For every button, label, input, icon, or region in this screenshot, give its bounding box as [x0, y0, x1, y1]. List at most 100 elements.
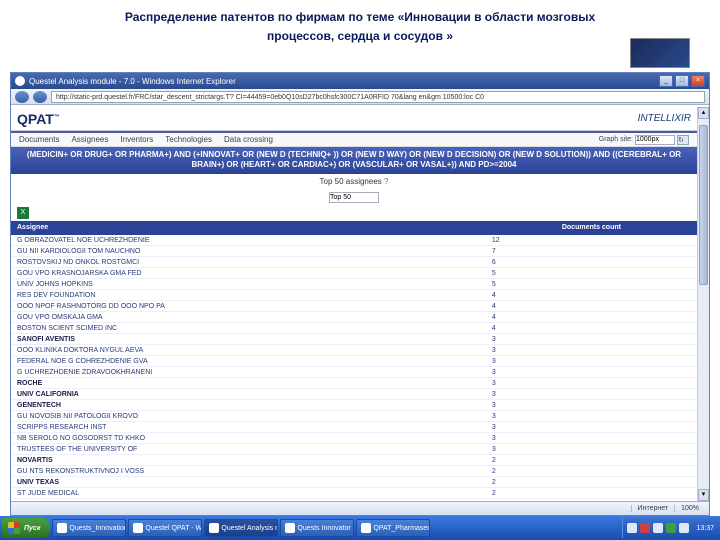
count-cell: 3 [486, 422, 697, 433]
assignee-cell: ROCHE [11, 378, 486, 389]
browser-window: Questel Analysis module - 7.0 - Windows … [10, 72, 710, 516]
system-tray: 13:37 [622, 518, 718, 538]
status-internet: Интернет [631, 505, 675, 512]
nav-technologies[interactable]: Technologies [165, 135, 212, 144]
scroll-thumb[interactable] [699, 125, 708, 285]
zoom-controls: Graph site: ↻ [599, 135, 689, 145]
table-row[interactable]: GOU VPO KRASNOJARSKA GMA FED5 [11, 268, 697, 279]
count-cell: 3 [486, 444, 697, 455]
url-input[interactable]: http://static-prd.questel.fr/FRC/star_de… [51, 91, 705, 103]
table-row[interactable]: NB SEROLO NO GOSODRST TD KHKO3 [11, 433, 697, 444]
count-cell: 2 [486, 477, 697, 488]
address-bar: http://static-prd.questel.fr/FRC/star_de… [11, 89, 709, 105]
count-cell: 4 [486, 312, 697, 323]
close-button[interactable]: × [691, 75, 705, 87]
table-row[interactable]: GU NII KARDIOLOGII TOM NAUCHNO7 [11, 246, 697, 257]
table-row[interactable]: NOVARTIS2 [11, 455, 697, 466]
taskbar-item[interactable]: QPAT_Pharmasector… [356, 519, 430, 537]
col-documents-count[interactable]: Documents count [486, 221, 697, 235]
result-subheader: Top 50 assignees ? [11, 174, 697, 189]
app-icon [285, 523, 295, 533]
taskbar-item[interactable]: Questel QPAT - Windo… [128, 519, 202, 537]
taskbar-item-active[interactable]: Questel Analysis mo… [204, 519, 278, 537]
table-row[interactable]: UNIV TEXAS2 [11, 477, 697, 488]
top-selector[interactable] [329, 192, 379, 203]
table-row[interactable]: RES DEV FOUNDATION4 [11, 290, 697, 301]
qpat-logo: QPAT™ [17, 111, 60, 127]
taskbar-item[interactable]: Quests_Innovation_B… [52, 519, 126, 537]
table-row[interactable]: OOO NPOF RASHNOTORG DD OOO NPO PA4 [11, 301, 697, 312]
table-row[interactable]: UNIV CALIFORNIA3 [11, 389, 697, 400]
table-row[interactable]: TRUSTEES OF THE UNIVERSITY OF3 [11, 444, 697, 455]
ie-icon [15, 76, 25, 86]
table-row[interactable]: G UCHREZHDENIE ZDRAVOOKHRANENI3 [11, 367, 697, 378]
count-cell: 3 [486, 400, 697, 411]
table-row[interactable]: ROCHE3 [11, 378, 697, 389]
zoom-input[interactable] [635, 135, 675, 145]
count-cell: 3 [486, 345, 697, 356]
nav-assignees[interactable]: Assignees [71, 135, 108, 144]
assignee-cell: OOO NPOF RASHNOTORG DD OOO NPO PA [11, 301, 486, 312]
vertical-scrollbar[interactable]: ▴ ▾ [697, 107, 709, 501]
table-row[interactable]: SCRIPPS RESEARCH INST3 [11, 422, 697, 433]
assignee-cell: G UCHREZHDENIE ZDRAVOOKHRANENI [11, 367, 486, 378]
table-row[interactable]: G OBRAZOVATEL NOE UCHREZHDENIE12 [11, 235, 697, 246]
top-assignees-label: Top 50 assignees [320, 177, 382, 186]
tray-icon[interactable] [679, 523, 689, 533]
taskbar-item[interactable]: Quests Innovator B… [280, 519, 354, 537]
export-xls-icon[interactable]: X [17, 207, 29, 219]
col-assignee[interactable]: Assignee [11, 221, 486, 235]
count-cell: 7 [486, 246, 697, 257]
assignee-cell: BOSTON SCIENT SCIMED INC [11, 323, 486, 334]
assignee-cell: UNIV CALIFORNIA [11, 389, 486, 400]
table-row[interactable]: GENENTECH3 [11, 400, 697, 411]
table-row[interactable]: ROSTOVSKIJ ND ONKOL ROSTGMCI6 [11, 257, 697, 268]
table-row[interactable]: GOU VPO OMSKAJA GMA4 [11, 312, 697, 323]
table-row[interactable]: UNIV JOHNS HOPKINS5 [11, 279, 697, 290]
count-cell: 4 [486, 301, 697, 312]
back-button[interactable] [15, 91, 29, 103]
nav-data-crossing[interactable]: Data crossing [224, 135, 273, 144]
window-titlebar[interactable]: Questel Analysis module - 7.0 - Windows … [11, 73, 709, 89]
table-row[interactable]: FEDERAL NOE G COHREZHDENIE GVA3 [11, 356, 697, 367]
nav-documents[interactable]: Documents [19, 135, 59, 144]
table-row[interactable]: SANOFI AVENTIS3 [11, 334, 697, 345]
page-content: QPAT™ INTELLIXIR Documents Assignees Inv… [11, 107, 697, 501]
tray-icon[interactable] [640, 523, 650, 533]
count-cell: 3 [486, 378, 697, 389]
tray-icon[interactable] [653, 523, 663, 533]
status-zoom: 100% [674, 505, 705, 512]
count-cell: 12 [486, 235, 697, 246]
start-button[interactable]: Пуск [2, 518, 50, 538]
browser-status-bar: Интернет 100% [11, 501, 709, 515]
app-icon [133, 523, 143, 533]
assignee-cell: GU NII KARDIOLOGII TOM NAUCHNO [11, 246, 486, 257]
nav-inventors[interactable]: Inventors [120, 135, 153, 144]
window-title: Questel Analysis module - 7.0 - Windows … [29, 77, 236, 86]
minimize-button[interactable]: _ [659, 75, 673, 87]
table-row[interactable]: BOSTON SCIENT SCIMED INC4 [11, 323, 697, 334]
assignee-cell: UNIV TEXAS [11, 477, 486, 488]
table-row[interactable]: GU NOVOSIB NII PATOLOGII KROVO3 [11, 411, 697, 422]
refresh-button[interactable]: ↻ [677, 135, 689, 145]
forward-button[interactable] [33, 91, 47, 103]
scroll-down-arrow[interactable]: ▾ [698, 489, 709, 501]
assignee-cell: GENENTECH [11, 400, 486, 411]
taskbar-clock: 13:37 [692, 525, 714, 532]
graph-site-label: Graph site: [599, 136, 633, 143]
count-cell: 2 [486, 466, 697, 477]
assignee-cell: OOO KLINIKA DOKTORA NYGUL AEVA [11, 345, 486, 356]
help-icon[interactable]: ? [384, 177, 388, 186]
table-row[interactable]: OOO KLINIKA DOKTORA NYGUL AEVA3 [11, 345, 697, 356]
tray-icon[interactable] [627, 523, 637, 533]
table-row[interactable]: GU NTS REKONSTRUKTIVNOJ I VOSS2 [11, 466, 697, 477]
table-row[interactable]: ST JUDE MEDICAL2 [11, 488, 697, 499]
app-nav: Documents Assignees Inventors Technologi… [11, 133, 697, 147]
assignee-cell: GOU VPO KRASNOJARSKA GMA FED [11, 268, 486, 279]
title-line-1: Распределение патентов по фирмам по теме… [125, 10, 595, 24]
query-bar: (MEDICIN+ OR DRUG+ OR PHARMA+) AND (+INN… [11, 147, 697, 174]
maximize-button[interactable]: □ [675, 75, 689, 87]
assignee-cell: ROSTOVSKIJ ND ONKOL ROSTGMCI [11, 257, 486, 268]
scroll-up-arrow[interactable]: ▴ [698, 107, 709, 119]
tray-icon[interactable] [666, 523, 676, 533]
